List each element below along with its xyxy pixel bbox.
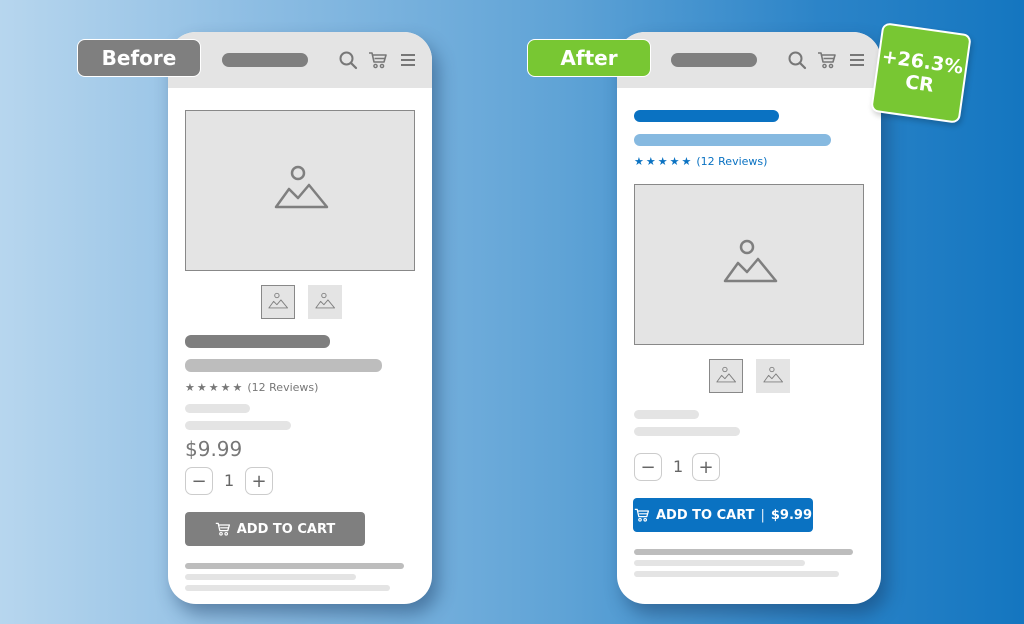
quantity-value: 1 bbox=[673, 457, 684, 476]
star-icon: ★ bbox=[645, 155, 656, 168]
text-placeholder bbox=[634, 560, 805, 566]
title-placeholder bbox=[185, 335, 330, 348]
rating: ★ ★ ★ ★ ★ (12 Reviews) bbox=[634, 155, 767, 168]
main-product-image bbox=[634, 184, 864, 345]
add-to-cart-button[interactable]: ADD TO CART | $9.99 bbox=[633, 498, 813, 532]
text-placeholder bbox=[185, 585, 390, 591]
after-label: After bbox=[527, 39, 651, 77]
text-placeholder bbox=[634, 410, 699, 419]
phone-header bbox=[617, 32, 881, 88]
image-placeholder-icon bbox=[271, 163, 331, 213]
thumbnail-2[interactable] bbox=[756, 359, 790, 393]
menu-icon[interactable] bbox=[847, 50, 867, 70]
after-phone-mockup: ★ ★ ★ ★ ★ (12 Reviews) − 1 + ADD TO CART… bbox=[617, 32, 881, 604]
text-placeholder bbox=[185, 563, 404, 569]
quantity-increase-button[interactable]: + bbox=[692, 453, 720, 481]
before-phone-mockup: ★ ★ ★ ★ ★ (12 Reviews) $9.99 − 1 + ADD T… bbox=[168, 32, 432, 604]
star-icon: ★ bbox=[232, 381, 243, 394]
search-icon[interactable] bbox=[787, 50, 807, 70]
quantity-decrease-button[interactable]: − bbox=[185, 467, 213, 495]
thumbnail-2[interactable] bbox=[308, 285, 342, 319]
price: $9.99 bbox=[185, 437, 243, 461]
quantity-value: 1 bbox=[224, 471, 235, 490]
text-placeholder bbox=[634, 571, 839, 577]
add-to-cart-button[interactable]: ADD TO CART bbox=[185, 512, 365, 546]
star-icon: ★ bbox=[681, 155, 692, 168]
badge-metric: CR bbox=[903, 71, 936, 97]
logo-placeholder bbox=[222, 53, 308, 67]
text-placeholder bbox=[185, 421, 291, 430]
search-icon[interactable] bbox=[338, 50, 358, 70]
image-placeholder-icon bbox=[715, 365, 737, 385]
thumbnail-1[interactable] bbox=[261, 285, 295, 319]
logo-placeholder bbox=[671, 53, 757, 67]
star-icon: ★ bbox=[196, 381, 207, 394]
add-to-cart-price: $9.99 bbox=[770, 507, 813, 523]
star-icon: ★ bbox=[208, 381, 219, 394]
image-placeholder-icon bbox=[314, 291, 336, 311]
cart-icon[interactable] bbox=[817, 50, 837, 70]
image-placeholder-icon bbox=[267, 291, 289, 311]
menu-icon[interactable] bbox=[398, 50, 418, 70]
rating: ★ ★ ★ ★ ★ (12 Reviews) bbox=[185, 381, 318, 394]
text-placeholder bbox=[185, 404, 250, 413]
cart-icon bbox=[634, 507, 650, 523]
star-icon: ★ bbox=[634, 155, 644, 168]
thumbnail-1[interactable] bbox=[709, 359, 743, 393]
before-label: Before bbox=[77, 39, 201, 77]
image-placeholder-icon bbox=[762, 365, 784, 385]
review-count[interactable]: (12 Reviews) bbox=[696, 155, 767, 168]
review-count[interactable]: (12 Reviews) bbox=[247, 381, 318, 394]
main-product-image bbox=[185, 110, 415, 271]
subtitle-placeholder bbox=[634, 134, 831, 146]
cart-icon[interactable] bbox=[368, 50, 388, 70]
image-placeholder-icon bbox=[720, 237, 780, 287]
text-placeholder bbox=[185, 574, 356, 580]
add-to-cart-label: ADD TO CART bbox=[655, 507, 755, 523]
phone-header bbox=[168, 32, 432, 88]
star-icon: ★ bbox=[657, 155, 668, 168]
star-icon: ★ bbox=[185, 381, 195, 394]
star-icon: ★ bbox=[220, 381, 231, 394]
text-placeholder bbox=[634, 549, 853, 555]
separator: | bbox=[760, 507, 765, 523]
add-to-cart-label: ADD TO CART bbox=[236, 521, 336, 537]
conversion-rate-badge: +26.3% CR bbox=[870, 22, 972, 124]
star-icon: ★ bbox=[669, 155, 680, 168]
text-placeholder bbox=[634, 427, 740, 436]
title-placeholder bbox=[634, 110, 779, 122]
quantity-increase-button[interactable]: + bbox=[245, 467, 273, 495]
cart-icon bbox=[215, 521, 231, 537]
subtitle-placeholder bbox=[185, 359, 382, 372]
quantity-decrease-button[interactable]: − bbox=[634, 453, 662, 481]
